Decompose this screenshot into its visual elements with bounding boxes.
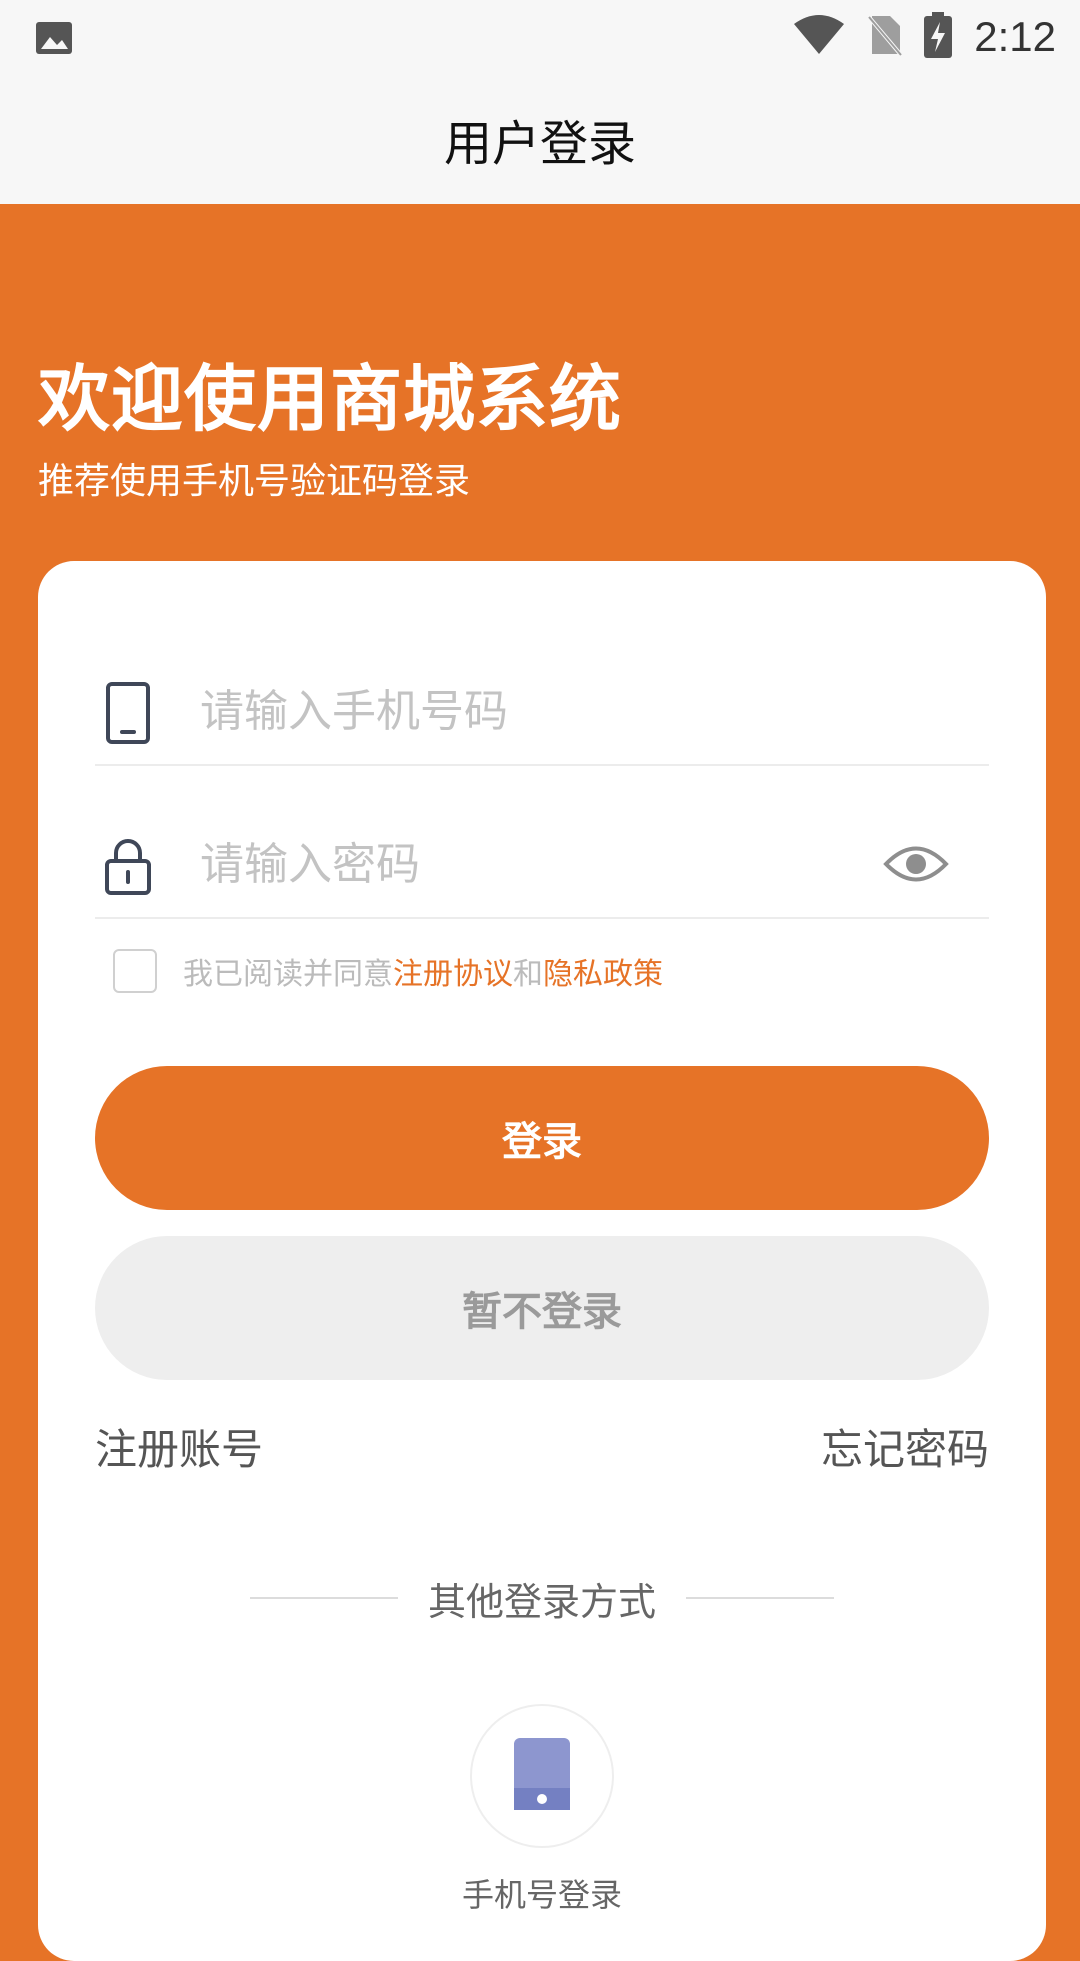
welcome-title: 欢迎使用商城系统 <box>38 357 623 441</box>
phone-input[interactable] <box>200 676 840 746</box>
phone-login-circle[interactable] <box>470 1704 614 1848</box>
register-agreement-link[interactable]: 注册协议 <box>393 957 513 992</box>
phone-login-option[interactable]: 手机号登录 <box>462 1704 622 1916</box>
clock: 2:12 <box>974 13 1056 60</box>
password-field <box>95 809 989 919</box>
forgot-password-link[interactable]: 忘记密码 <box>821 1416 989 1477</box>
agreement-text: 我已阅读并同意注册协议和隐私政策 <box>183 949 663 993</box>
page-title: 用户登录 <box>443 116 636 172</box>
other-login-heading: 其他登录方式 <box>427 1579 656 1624</box>
no-sim-icon <box>867 14 903 60</box>
agreement-row: 我已阅读并同意注册协议和隐私政策 <box>113 946 663 996</box>
register-account-link[interactable]: 注册账号 <box>95 1416 263 1477</box>
password-input[interactable] <box>200 829 840 899</box>
account-links: 注册账号 忘记密码 <box>95 1416 989 1476</box>
agreement-prefix: 我已阅读并同意 <box>183 957 393 992</box>
skip-login-button[interactable]: 暂不登录 <box>95 1236 989 1380</box>
login-button[interactable]: 登录 <box>95 1066 989 1210</box>
wifi-icon <box>792 14 846 60</box>
lock-icon <box>103 835 153 897</box>
phone-field <box>95 656 989 766</box>
eye-icon[interactable] <box>883 839 949 889</box>
status-bar: 2:12 <box>0 0 1080 74</box>
divider-line-left <box>249 1597 398 1599</box>
other-login-divider: 其他登录方式 <box>38 1568 1046 1628</box>
phone-login-label: 手机号登录 <box>462 1876 623 1914</box>
app-bar: 用户登录 <box>0 74 1080 204</box>
agreement-checkbox[interactable] <box>113 949 157 993</box>
battery-charging-icon <box>924 12 953 62</box>
divider-line-right <box>686 1597 834 1599</box>
privacy-policy-link[interactable]: 隐私政策 <box>543 957 663 992</box>
mobile-icon <box>514 1738 570 1814</box>
image-icon <box>34 18 74 58</box>
phone-icon <box>103 682 153 744</box>
welcome-subtitle: 推荐使用手机号验证码登录 <box>38 461 471 502</box>
login-card: 我已阅读并同意注册协议和隐私政策 登录 暂不登录 注册账号 忘记密码 其他登录方… <box>38 561 1046 1961</box>
agreement-and: 和 <box>513 957 543 992</box>
